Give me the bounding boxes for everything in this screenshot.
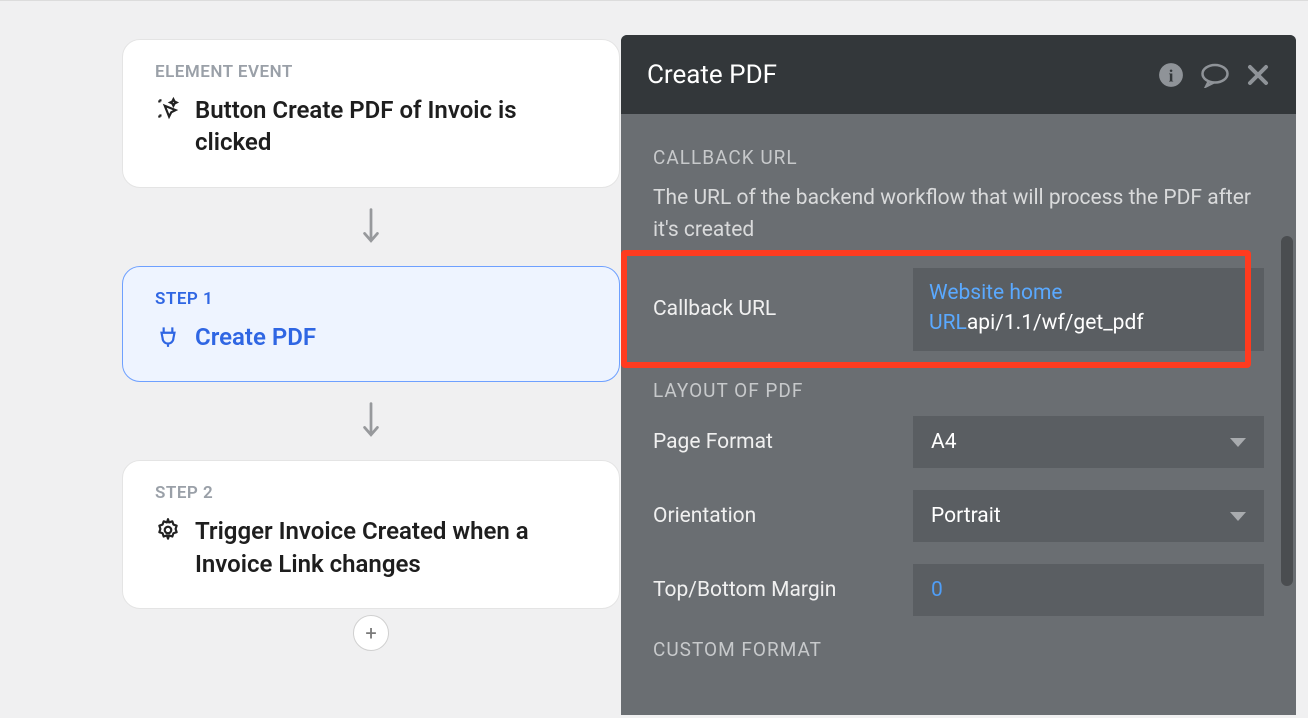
comment-icon[interactable] [1200, 62, 1230, 88]
flow-arrow-icon [122, 188, 620, 266]
plus-icon: + [365, 621, 376, 645]
callback-section-label: CALLBACK URL [653, 146, 1264, 169]
page-format-label: Page Format [653, 430, 913, 454]
step2-title: Trigger Invoice Created when a Invoice L… [195, 515, 587, 580]
event-title: Button Create PDF of Invoic is clicked [195, 94, 587, 159]
property-panel: Create PDF i CALLBACK URL The URL of the… [621, 35, 1296, 715]
gear-icon [155, 517, 181, 547]
plug-icon [155, 323, 181, 353]
static-text: api/1.1/wf/get_pdf [967, 311, 1144, 335]
cursor-click-icon [155, 96, 181, 126]
layout-section-label: LAYOUT OF PDF [653, 379, 1264, 402]
svg-text:i: i [1169, 66, 1174, 85]
event-card[interactable]: ELEMENT EVENT Button Create PDF of Invoi… [122, 39, 620, 188]
margin-label: Top/Bottom Margin [653, 578, 913, 602]
callback-url-label: Callback URL [653, 297, 913, 321]
flow-arrow-icon [122, 382, 620, 460]
close-icon[interactable] [1246, 63, 1270, 87]
step1-title: Create PDF [195, 321, 316, 353]
margin-value: 0 [931, 578, 943, 602]
step2-card[interactable]: STEP 2 Trigger Invoice Created when a In… [122, 460, 620, 609]
orientation-value: Portrait [931, 504, 1001, 528]
orientation-label: Orientation [653, 504, 913, 528]
page-format-select[interactable]: A4 [913, 416, 1264, 468]
step1-card[interactable]: STEP 1 Create PDF [122, 266, 620, 382]
add-step-button[interactable]: + [122, 615, 620, 651]
page-format-value: A4 [931, 430, 957, 454]
step1-label: STEP 1 [155, 289, 587, 309]
step2-label: STEP 2 [155, 483, 587, 503]
chevron-down-icon [1230, 430, 1246, 454]
event-label: ELEMENT EVENT [155, 62, 587, 82]
scrollbar-thumb[interactable] [1281, 236, 1293, 586]
info-icon[interactable]: i [1158, 62, 1184, 88]
callback-url-field[interactable]: Website home URLapi/1.1/wf/get_pdf [913, 268, 1264, 351]
custom-format-section-label: CUSTOM FORMAT [653, 638, 1264, 661]
orientation-select[interactable]: Portrait [913, 490, 1264, 542]
margin-input[interactable]: 0 [913, 564, 1264, 616]
panel-title: Create PDF [647, 60, 777, 90]
panel-header[interactable]: Create PDF i [621, 35, 1296, 114]
callback-help-text: The URL of the backend workflow that wil… [653, 183, 1264, 246]
chevron-down-icon [1230, 504, 1246, 528]
